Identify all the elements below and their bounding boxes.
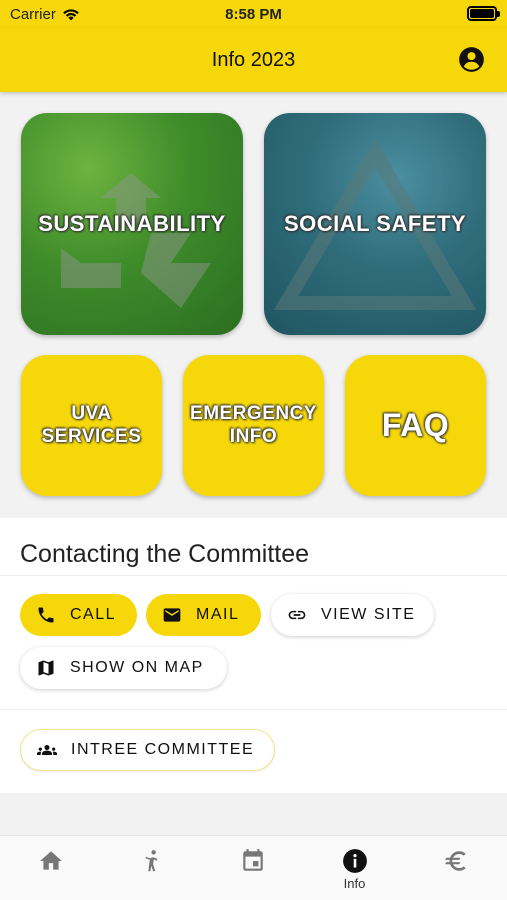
sustainability-label: SUSTAINABILITY	[38, 210, 226, 236]
app-bar: Info 2023	[0, 28, 507, 92]
call-button[interactable]: CALL	[20, 594, 137, 636]
divider	[0, 575, 507, 576]
carrier-name: Carrier	[10, 5, 56, 23]
calendar-icon	[242, 849, 263, 871]
person-icon	[145, 850, 157, 872]
map-icon	[38, 660, 54, 676]
mail-label: MAIL	[196, 606, 240, 623]
faq-tile[interactable]: FAQ	[345, 355, 486, 496]
battery-icon	[467, 6, 500, 21]
uva-services-label-line1: UVA	[71, 402, 112, 424]
carrier-info: Carrier	[10, 6, 80, 23]
emergency-info-tile[interactable]: EMERGENCY INFO	[183, 355, 324, 496]
social-safety-tile[interactable]: SOCIAL SAFETY	[264, 113, 486, 335]
wifi-icon	[63, 8, 79, 20]
home-icon	[39, 851, 62, 870]
phone-icon	[38, 607, 54, 623]
nav-item-home[interactable]	[0, 836, 101, 900]
show-on-map-button[interactable]: SHOW ON MAP	[20, 647, 227, 689]
account-icon[interactable]	[458, 46, 485, 73]
faq-label: FAQ	[381, 407, 450, 444]
nav-item-info[interactable]: Info	[304, 836, 405, 900]
bottom-nav: Info	[0, 835, 507, 900]
nav-item-calendar[interactable]	[202, 836, 303, 900]
mail-icon	[163, 608, 181, 622]
group-icon	[37, 745, 57, 755]
info-icon	[342, 849, 367, 873]
euro-icon	[444, 851, 466, 871]
nav-label-info: Info	[343, 876, 366, 891]
show-on-map-label: SHOW ON MAP	[70, 659, 204, 676]
intree-committee-chip[interactable]: INTREE COMMITTEE	[20, 729, 275, 771]
nav-item-finance[interactable]	[405, 836, 506, 900]
call-label: CALL	[70, 606, 117, 623]
contact-panel: Contacting the Committee CALL MAIL VIEW …	[0, 518, 507, 793]
section-title: Contacting the Committee	[20, 540, 310, 568]
divider	[0, 709, 507, 710]
emergency-info-label-line2: INFO	[229, 425, 278, 447]
mail-button[interactable]: MAIL	[146, 594, 261, 636]
intree-committee-label: INTREE COMMITTEE	[71, 741, 255, 758]
uva-services-tile[interactable]: UVA SERVICES	[21, 355, 162, 496]
view-site-label: VIEW SITE	[321, 606, 416, 623]
uva-services-label-line2: SERVICES	[41, 425, 142, 447]
emergency-info-label-line1: EMERGENCY	[190, 402, 317, 424]
social-safety-label: SOCIAL SAFETY	[283, 210, 467, 236]
sustainability-tile[interactable]: SUSTAINABILITY	[21, 113, 243, 335]
view-site-button[interactable]: VIEW SITE	[271, 594, 434, 636]
page-title: Info 2023	[211, 48, 296, 71]
link-icon	[288, 610, 306, 620]
nav-item-activities[interactable]	[101, 836, 202, 900]
status-bar: Carrier 8:58 PM	[0, 0, 507, 28]
